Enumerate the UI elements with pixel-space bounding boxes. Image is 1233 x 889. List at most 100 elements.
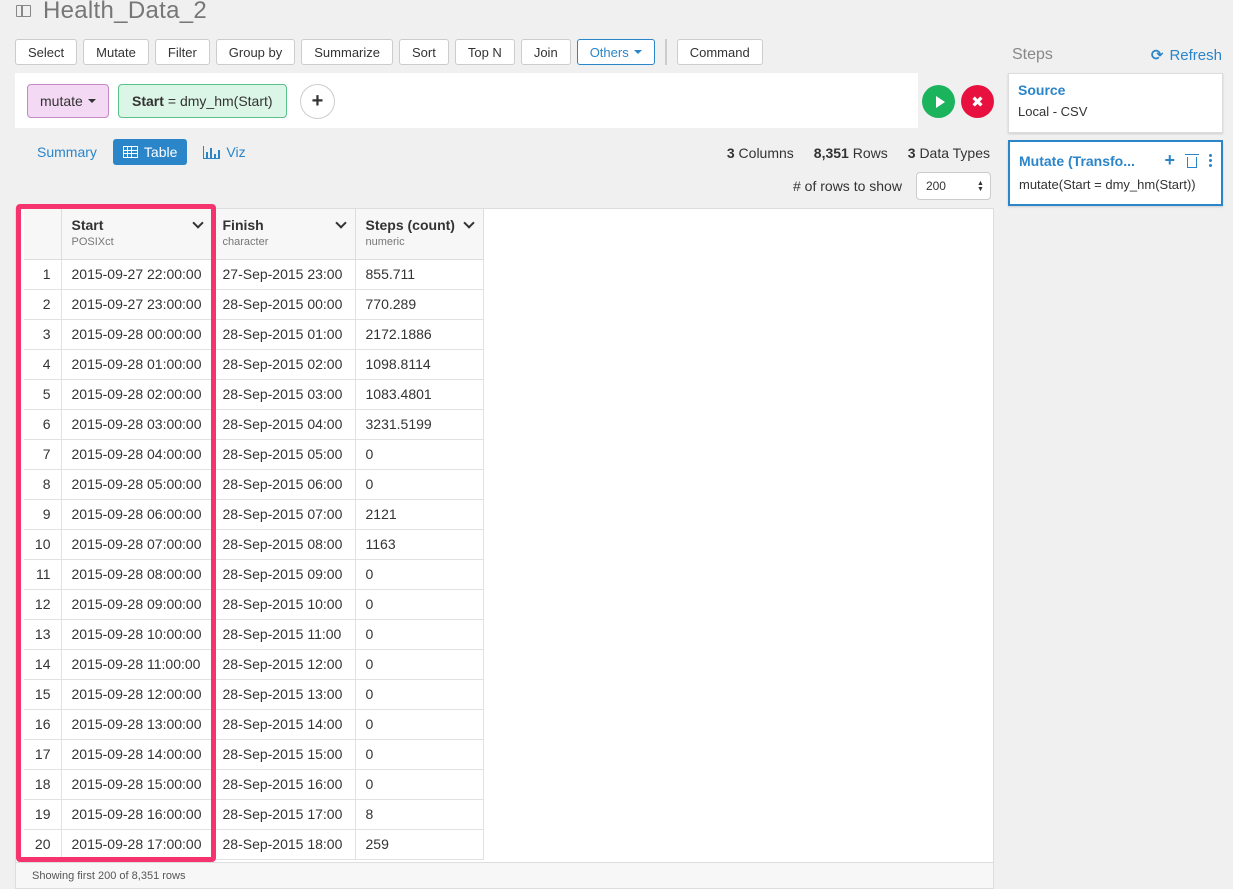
rows-to-show-select[interactable]: 200 ▲ ▼	[915, 172, 991, 200]
start-cell: 2015-09-28 05:00:00	[61, 469, 213, 500]
command-verb-dropdown[interactable]: mutate	[27, 84, 109, 118]
command-button[interactable]: Command	[676, 39, 763, 65]
start-cell: 2015-09-28 06:00:00	[61, 499, 213, 530]
steps-cell: 2121	[355, 499, 484, 530]
steps-cell: 8	[355, 799, 484, 830]
select-button[interactable]: Select	[15, 39, 78, 65]
sort-button[interactable]: Sort	[399, 39, 449, 65]
start-cell: 2015-09-28 01:00:00	[61, 349, 213, 380]
tab-summary[interactable]: Summary	[15, 139, 107, 165]
tab-table-label: Table	[143, 144, 178, 160]
start-cell: 2015-09-27 23:00:00	[61, 289, 213, 320]
table-row: 6 2015-09-28 03:00:00 28-Sep-2015 04:00 323…	[24, 409, 484, 440]
command-verb-label: mutate	[40, 93, 83, 109]
steps-cell: 0	[355, 589, 484, 620]
row-number-cell: 3	[24, 319, 62, 350]
start-cell: 2015-09-27 22:00:00	[61, 259, 213, 290]
step-name: Mutate (Transfo...	[1019, 152, 1135, 169]
types-stat: 3 Data Types	[907, 145, 990, 161]
run-button[interactable]	[922, 85, 955, 118]
steps-header: Steps ⟳ Refresh	[1012, 46, 1222, 64]
step-name: Source	[1018, 82, 1066, 98]
column-type: character	[222, 236, 269, 248]
row-number-cell: 12	[24, 589, 62, 620]
steps-cell: 0	[355, 709, 484, 740]
row-number-cell: 13	[24, 619, 62, 650]
cancel-button[interactable]: ✖	[961, 85, 994, 118]
column-name: Start	[71, 217, 104, 233]
steps-cell: 1083.4801	[355, 379, 484, 410]
add-step-icon[interactable]: +	[1164, 150, 1175, 171]
table-row: 2 2015-09-27 23:00:00 28-Sep-2015 00:00 770…	[24, 289, 484, 320]
finish-cell: 28-Sep-2015 07:00	[212, 499, 356, 530]
row-number-cell: 2	[24, 289, 62, 320]
others-label: Others	[589, 44, 629, 60]
row-number-cell: 8	[24, 469, 62, 500]
column-type: numeric	[365, 236, 405, 248]
rows-to-show-label: # of rows to show	[793, 178, 902, 194]
others-dropdown-button[interactable]: Others	[576, 39, 655, 65]
join-button[interactable]: Join	[520, 39, 571, 65]
tab-viz-label: Viz	[226, 144, 246, 160]
filter-button[interactable]: Filter	[154, 39, 210, 65]
tab-table[interactable]: Table	[112, 139, 188, 165]
column-header-finish[interactable]: Finish character	[212, 209, 356, 260]
finish-cell: 28-Sep-2015 03:00	[212, 379, 356, 410]
chevron-down-icon[interactable]	[462, 217, 475, 229]
top-n-button[interactable]: Top N	[454, 39, 515, 65]
table-row: 19 2015-09-28 16:00:00 28-Sep-2015 17:00 8	[24, 799, 484, 830]
column-header-steps[interactable]: Steps (count) numeric	[355, 209, 484, 260]
steps-cell: 770.289	[355, 289, 484, 320]
row-number-cell: 14	[24, 649, 62, 680]
step-description: Local - CSV	[1018, 104, 1088, 119]
tab-viz[interactable]: Viz	[193, 139, 255, 165]
trash-icon[interactable]	[1185, 153, 1199, 168]
command-toolbar: Select Mutate Filter Group by Summarize …	[15, 39, 763, 65]
add-expression-button[interactable]: +	[300, 84, 335, 119]
column-type: POSIXct	[71, 236, 114, 248]
start-cell: 2015-09-28 08:00:00	[61, 559, 213, 590]
row-number-cell: 10	[24, 529, 62, 560]
refresh-button[interactable]: ⟳ Refresh	[1151, 46, 1222, 65]
finish-cell: 28-Sep-2015 11:00	[212, 619, 356, 650]
chevron-down-icon[interactable]	[334, 217, 347, 229]
start-cell: 2015-09-28 10:00:00	[61, 619, 213, 650]
step-description: mutate(Start = dmy_hm(Start))	[1019, 177, 1196, 192]
chevron-down-icon[interactable]	[191, 217, 204, 229]
page-header: Health_Data_2	[16, 0, 207, 28]
finish-cell: 28-Sep-2015 06:00	[212, 469, 356, 500]
finish-cell: 28-Sep-2015 09:00	[212, 559, 356, 590]
data-frame-icon	[16, 5, 31, 17]
row-number-cell: 18	[24, 769, 62, 800]
finish-cell: 28-Sep-2015 05:00	[212, 439, 356, 470]
start-cell: 2015-09-28 02:00:00	[61, 379, 213, 410]
row-number-header	[24, 209, 62, 260]
column-name: Finish	[222, 217, 264, 233]
row-number-cell: 7	[24, 439, 62, 470]
caret-down-icon	[87, 99, 96, 103]
steps-cell: 0	[355, 439, 484, 470]
mutate-button[interactable]: Mutate	[83, 39, 149, 65]
table-row: 13 2015-09-28 10:00:00 28-Sep-2015 11:00 0	[24, 619, 484, 650]
table-row: 3 2015-09-28 00:00:00 28-Sep-2015 01:00 217…	[24, 319, 484, 350]
finish-cell: 28-Sep-2015 01:00	[212, 319, 356, 350]
mutate-expression-pill[interactable]: Start = dmy_hm(Start)	[118, 84, 287, 118]
start-cell: 2015-09-28 03:00:00	[61, 409, 213, 440]
row-number-cell: 6	[24, 409, 62, 440]
view-tabs: Summary Table Viz	[15, 139, 256, 165]
more-options-icon[interactable]	[1209, 154, 1212, 167]
steps-cell: 1163	[355, 529, 484, 560]
start-cell: 2015-09-28 00:00:00	[61, 319, 213, 350]
row-number-cell: 15	[24, 679, 62, 710]
group-by-button[interactable]: Group by	[215, 39, 296, 65]
summarize-button[interactable]: Summarize	[301, 39, 394, 65]
expression-column: Start	[132, 93, 164, 109]
table-row: 15 2015-09-28 12:00:00 28-Sep-2015 13:00 0	[24, 679, 484, 710]
column-header-start[interactable]: Start POSIXct	[61, 209, 213, 260]
step-mutate[interactable]: Mutate (Transfo... + mutate(Start = dmy_…	[1008, 140, 1223, 206]
step-source[interactable]: Source Local - CSV	[1008, 73, 1223, 133]
steps-cell: 0	[355, 559, 484, 590]
start-cell: 2015-09-28 17:00:00	[61, 829, 213, 860]
row-number-cell: 5	[24, 379, 62, 410]
finish-cell: 28-Sep-2015 04:00	[212, 409, 356, 440]
